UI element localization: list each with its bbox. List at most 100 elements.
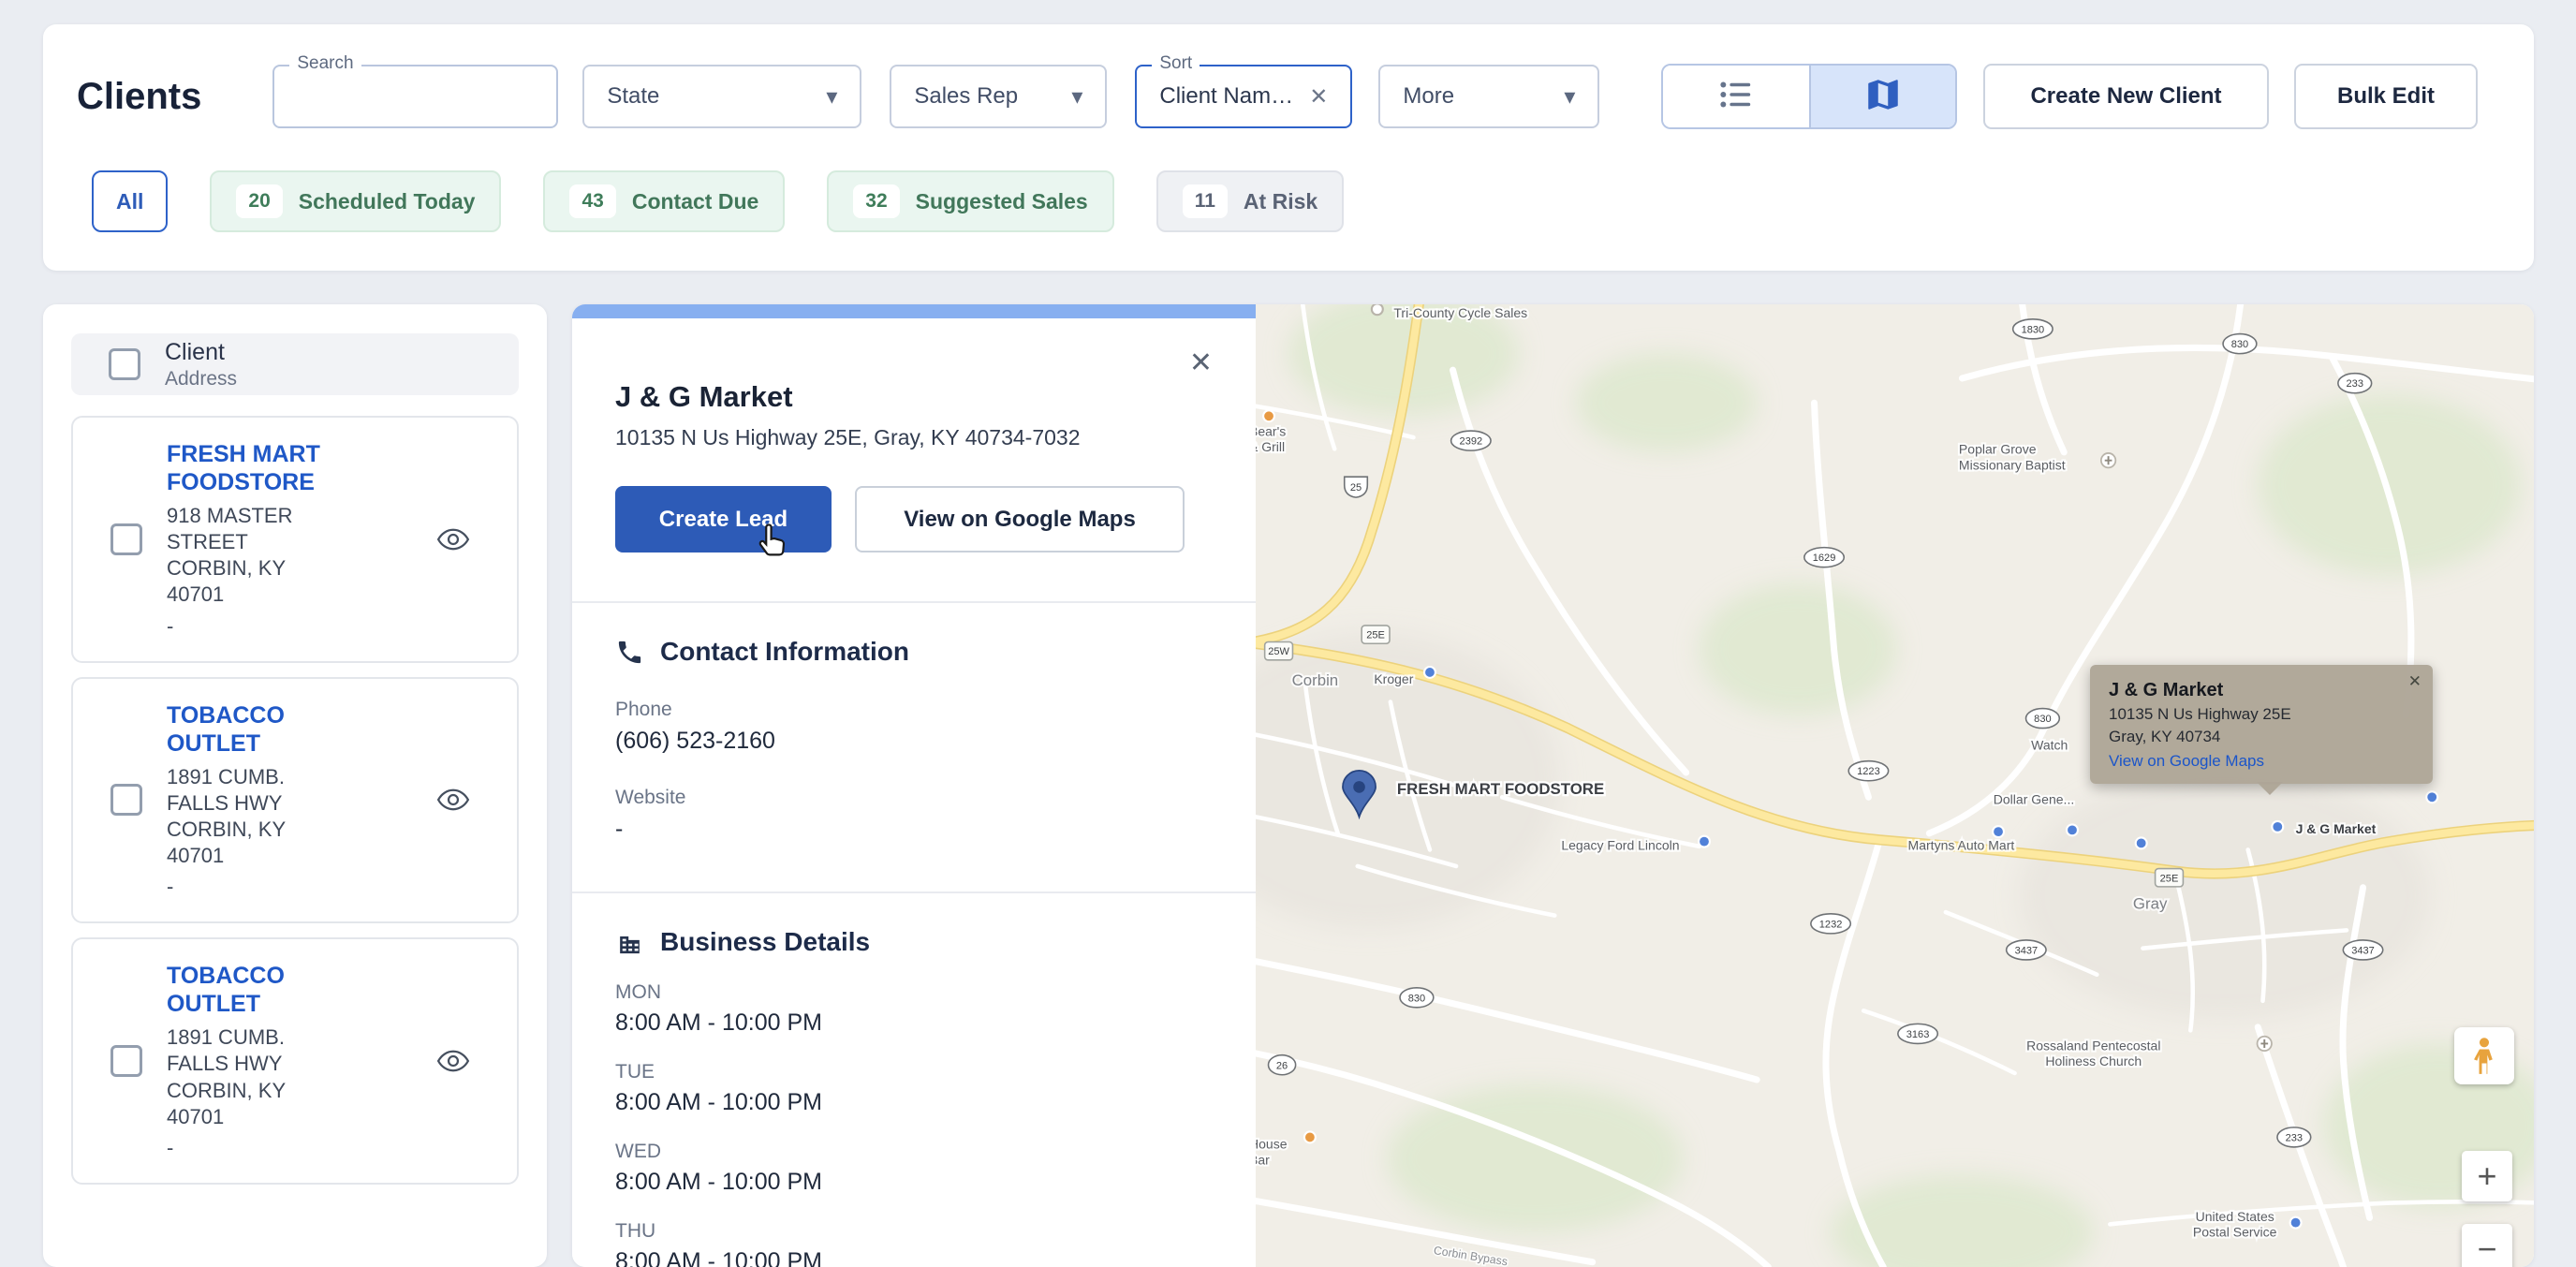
route-shield: 1232 xyxy=(1811,914,1850,934)
quick-filter-row: All 20 Scheduled Today 43Contact Due 32 Sugge… xyxy=(43,170,2534,232)
client-list-panel: Client Address FRESH MART FOODSTORE 918 M… xyxy=(43,304,547,1267)
top-toolbar-card: Clients Search State ▾ Sales Rep ▾ Sort … xyxy=(43,24,2534,271)
filter-count-badge: 11 xyxy=(1183,184,1228,218)
map-view-button[interactable] xyxy=(1809,66,1955,127)
client-name-link[interactable]: FRESH MART FOODSTORE xyxy=(167,440,333,496)
svg-text:233: 233 xyxy=(2286,1132,2303,1143)
client-row[interactable]: TOBACCO OUTLET 1891 CUMB. FALLS HWY CORBI… xyxy=(71,937,519,1185)
route-shield: 1223 xyxy=(1848,761,1888,781)
client-row[interactable]: FRESH MART FOODSTORE 918 MASTER STREET CO… xyxy=(71,416,519,663)
client-info: TOBACCO OUTLET1891 CUMB. FALLS HWY CORBI… xyxy=(167,701,333,900)
zoom-in-button[interactable]: + xyxy=(2462,1151,2512,1201)
quick-filter-contact-due[interactable]: 43Contact Due xyxy=(543,170,785,232)
svg-text:233: 233 xyxy=(2347,378,2363,390)
select-all-checkbox[interactable] xyxy=(109,348,140,380)
contact-information-heading: Contact Information xyxy=(660,637,909,667)
map-marker-dot[interactable] xyxy=(1699,836,1710,847)
pegman-icon xyxy=(2470,1037,2498,1076)
route-shield: 2392 xyxy=(1451,431,1491,450)
filter-count-badge: 32 xyxy=(853,184,899,218)
filter-label: Scheduled Today xyxy=(299,189,476,214)
svg-text:25E: 25E xyxy=(2160,873,2179,884)
bulk-edit-button[interactable]: Bulk Edit xyxy=(2294,64,2478,129)
clients-page: { "icons": {"close": "✕", "chevron": "▾"… xyxy=(0,0,2576,1267)
map-poi-label: United StatesPostal Service xyxy=(2193,1209,2277,1240)
sort-label: Sort xyxy=(1152,53,1200,74)
infowindow-address-line2: Gray, KY 40734 xyxy=(2109,728,2414,746)
chevron-down-icon: ▾ xyxy=(826,83,837,110)
route-shield: 25E xyxy=(1362,626,1390,643)
more-filters-select[interactable]: More ▾ xyxy=(1378,65,1599,128)
map-marker-dot[interactable] xyxy=(2426,791,2437,803)
map-marker-dot[interactable] xyxy=(2272,821,2283,832)
zoom-out-button[interactable]: − xyxy=(2462,1224,2512,1267)
detail-client-name: J & G Market xyxy=(615,380,1213,414)
row-checkbox[interactable] xyxy=(110,1045,142,1077)
client-address: 918 MASTER STREET CORBIN, KY 40701 xyxy=(167,503,333,609)
state-select[interactable]: State ▾ xyxy=(582,65,861,128)
quick-filter-at-risk[interactable]: 11At Risk xyxy=(1156,170,1344,232)
church-poi-icon xyxy=(2101,453,2115,467)
map-marker-dot[interactable] xyxy=(1304,1131,1316,1142)
filter-label: Suggested Sales xyxy=(916,189,1088,214)
map-marker-dot[interactable] xyxy=(1263,410,1274,421)
quick-filter-scheduled-today[interactable]: 20 Scheduled Today xyxy=(210,170,501,232)
close-detail-icon[interactable]: ✕ xyxy=(1189,349,1213,377)
map-canvas[interactable]: CorbinGrayTri-County Cycle SalesBear's& … xyxy=(1256,304,2534,1267)
hours-day-label: THU xyxy=(615,1220,1213,1243)
view-on-map-button[interactable] xyxy=(436,1049,470,1073)
route-shield: 3437 xyxy=(2343,940,2382,960)
map-poi-label: Rossaland PentecostalHoliness Church xyxy=(2026,1038,2160,1068)
client-row[interactable]: TOBACCO OUTLET1891 CUMB. FALLS HWY CORBI… xyxy=(71,677,519,924)
chevron-down-icon: ▾ xyxy=(1071,83,1082,110)
column-header-client: Client xyxy=(165,339,237,366)
phone-value: (606) 523-2160 xyxy=(615,728,1213,755)
church-poi-icon xyxy=(2258,1037,2272,1051)
map-marker-dot[interactable] xyxy=(2136,837,2147,848)
create-lead-button[interactable]: Create Lead xyxy=(615,486,832,552)
client-list: FRESH MART FOODSTORE 918 MASTER STREET CO… xyxy=(71,416,519,1185)
create-new-client-button[interactable]: Create New Client xyxy=(1983,64,2269,129)
infowindow-maps-link[interactable]: View on Google Maps xyxy=(2109,752,2414,771)
map-marker-dot[interactable] xyxy=(1424,667,1435,678)
map-marker-dot[interactable] xyxy=(1993,826,2004,837)
detail-and-map-card: ✕ J & G Market 10135 N Us Highway 25E, G… xyxy=(572,304,2534,1267)
column-header-address: Address xyxy=(165,368,237,390)
svg-text:1629: 1629 xyxy=(1813,552,1836,564)
hours-time-value: 8:00 AM - 10:00 PM xyxy=(615,1089,1213,1116)
map-marker-dot[interactable] xyxy=(2290,1217,2302,1229)
sort-select[interactable]: Sort Client Name... ✕ xyxy=(1135,65,1352,128)
infowindow-title: J & G Market xyxy=(2109,680,2414,701)
search-field[interactable]: Search xyxy=(272,65,558,128)
client-extra: - xyxy=(167,1136,333,1160)
filter-count-badge: 20 xyxy=(236,184,282,218)
client-info: TOBACCO OUTLET 1891 CUMB. FALLS HWY CORBI… xyxy=(167,962,333,1160)
list-view-button[interactable] xyxy=(1663,66,1809,127)
clear-sort-icon[interactable]: ✕ xyxy=(1309,83,1328,110)
row-checkbox[interactable] xyxy=(110,523,142,555)
svg-text:3437: 3437 xyxy=(2015,945,2039,956)
business-details-section-header: Business Details xyxy=(615,927,1213,957)
quick-filter-suggested-sales[interactable]: 32 Suggested Sales xyxy=(827,170,1113,232)
route-shield: 233 xyxy=(2277,1127,2311,1147)
quick-filter-all[interactable]: All xyxy=(92,170,168,232)
divider xyxy=(572,891,1256,893)
client-name-link[interactable]: TOBACCO OUTLET xyxy=(167,962,333,1018)
view-on-google-maps-button[interactable]: View on Google Maps xyxy=(855,486,1185,552)
map-marker-dot[interactable] xyxy=(2067,824,2078,835)
search-input[interactable] xyxy=(297,66,534,126)
client-address: 1891 CUMB. FALLS HWY CORBIN, KY 40701 xyxy=(167,1024,333,1130)
map-graphics: CorbinGrayTri-County Cycle SalesBear's& … xyxy=(1256,304,2534,1267)
client-info: FRESH MART FOODSTORE 918 MASTER STREET CO… xyxy=(167,440,333,639)
route-shield: 830 xyxy=(2223,334,2257,354)
row-checkbox[interactable] xyxy=(110,784,142,816)
svg-text:3163: 3163 xyxy=(1906,1029,1930,1040)
route-shield: 25W xyxy=(1265,642,1293,660)
sales-rep-select[interactable]: Sales Rep ▾ xyxy=(890,65,1107,128)
infowindow-close-icon[interactable]: ✕ xyxy=(2408,672,2421,691)
pegman-control[interactable] xyxy=(2454,1027,2514,1084)
view-on-map-button[interactable] xyxy=(436,527,470,552)
view-on-map-button[interactable] xyxy=(436,788,470,812)
eye-icon xyxy=(436,788,470,812)
client-name-link[interactable]: TOBACCO OUTLET xyxy=(167,701,333,758)
